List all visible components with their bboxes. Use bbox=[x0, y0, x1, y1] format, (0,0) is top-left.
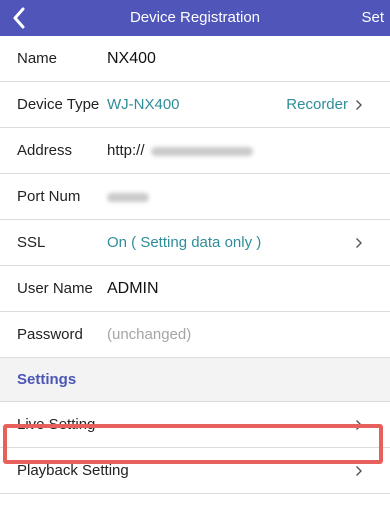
chevron-right-icon bbox=[353, 418, 365, 432]
port-row[interactable]: Port Num bbox=[0, 174, 390, 220]
device-registration-screen: Device Registration Set Name NX400 Devic… bbox=[0, 0, 390, 510]
top-bar: Device Registration Set bbox=[0, 0, 390, 36]
ssl-value: On ( Setting data only ) bbox=[107, 234, 262, 251]
chevron-right-icon bbox=[353, 464, 365, 478]
ssl-row[interactable]: SSL On ( Setting data only ) bbox=[0, 220, 390, 266]
name-value: NX400 bbox=[107, 49, 156, 67]
ssl-label: SSL bbox=[17, 234, 46, 251]
user-name-value: ADMIN bbox=[107, 279, 159, 297]
live-setting-row[interactable]: Live Setting bbox=[0, 402, 390, 448]
device-kind-value: Recorder bbox=[286, 96, 348, 113]
name-label: Name bbox=[17, 50, 58, 67]
password-value: (unchanged) bbox=[107, 326, 192, 343]
port-label: Port Num bbox=[17, 188, 81, 205]
page-title: Device Registration bbox=[129, 9, 261, 26]
chevron-right-icon bbox=[353, 98, 365, 112]
password-label: Password bbox=[17, 326, 83, 343]
user-name-row[interactable]: User Name ADMIN bbox=[0, 266, 390, 312]
playback-setting-row[interactable]: Playback Setting bbox=[0, 448, 390, 494]
address-value: http:// bbox=[107, 142, 253, 159]
live-setting-label: Live Setting bbox=[17, 416, 96, 433]
user-name-label: User Name bbox=[17, 280, 93, 297]
set-button[interactable]: Set bbox=[361, 0, 384, 36]
playback-setting-label: Playback Setting bbox=[17, 462, 129, 479]
address-prefix: http:// bbox=[107, 142, 145, 159]
redacted-port bbox=[107, 192, 149, 202]
chevron-right-icon bbox=[353, 236, 365, 250]
port-value bbox=[107, 188, 149, 205]
redacted-address bbox=[150, 146, 253, 156]
device-type-value: WJ-NX400 bbox=[107, 96, 180, 113]
address-label: Address bbox=[17, 142, 73, 159]
password-row[interactable]: Password (unchanged) bbox=[0, 312, 390, 358]
address-row[interactable]: Address http:// bbox=[0, 128, 390, 174]
device-type-row[interactable]: Device Type WJ-NX400 Recorder bbox=[0, 82, 390, 128]
name-row[interactable]: Name NX400 bbox=[0, 36, 390, 82]
settings-section-header: Settings bbox=[0, 358, 390, 402]
device-type-label: Device Type bbox=[17, 96, 100, 113]
settings-section-label: Settings bbox=[17, 371, 77, 388]
